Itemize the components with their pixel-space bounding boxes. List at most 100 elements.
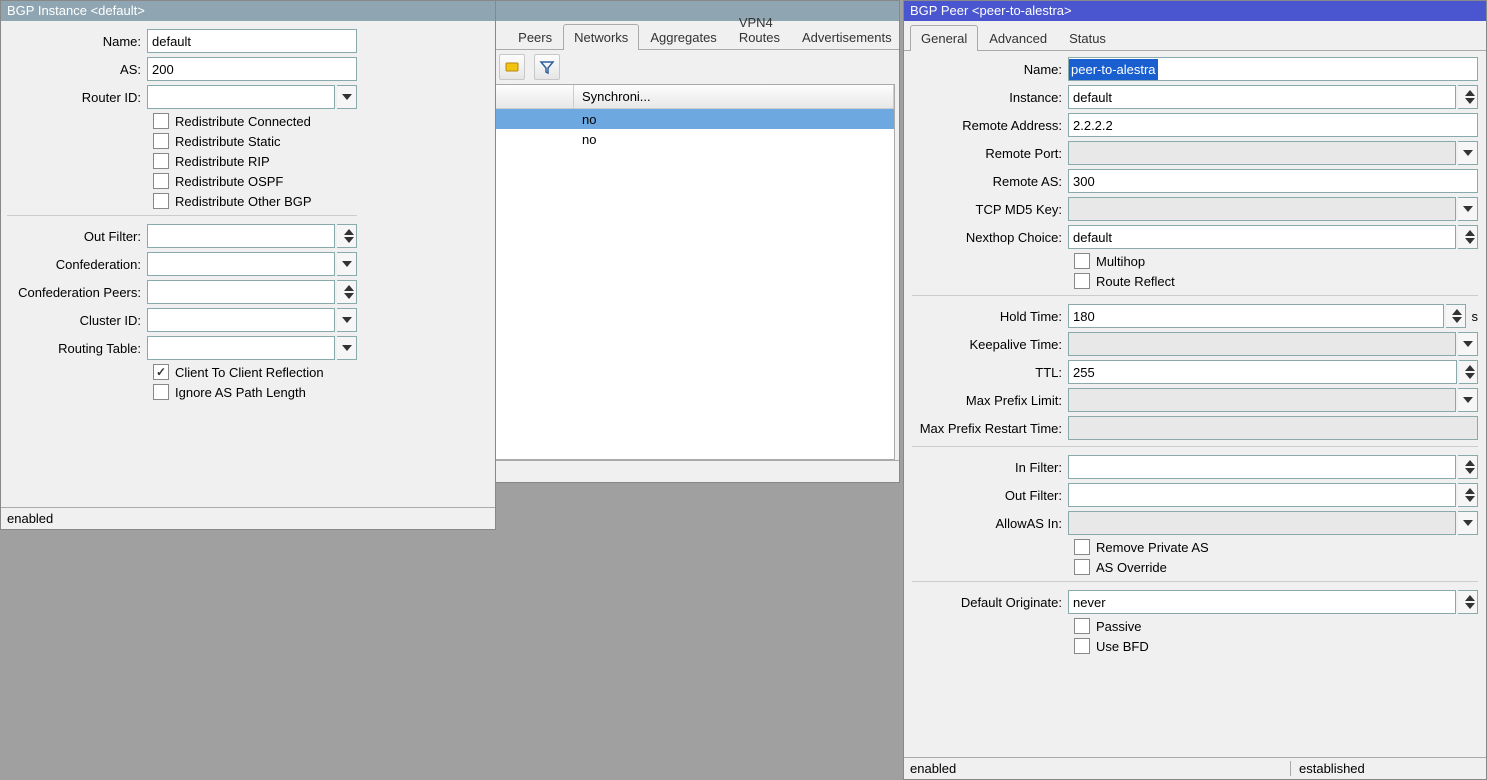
peer-window-title[interactable]: BGP Peer <peer-to-alestra>: [904, 1, 1486, 21]
confederation-peers-combo[interactable]: [147, 280, 335, 304]
peer-name-value: peer-to-alestra: [1069, 59, 1158, 80]
remote-as-input[interactable]: [1068, 169, 1478, 193]
instance-dropdown[interactable]: [1458, 85, 1478, 109]
redistribute-ospf-check[interactable]: [153, 173, 169, 189]
hold-time-dropdown[interactable]: [1446, 304, 1466, 328]
bgp-instance-window: BGP Instance <default> Name: AS: Router …: [0, 0, 496, 530]
routing-table-combo[interactable]: [147, 336, 335, 360]
ttl-dropdown[interactable]: [1459, 360, 1478, 384]
redistribute-static-check[interactable]: [153, 133, 169, 149]
instance-window-title[interactable]: BGP Instance <default>: [1, 1, 495, 21]
tab-status[interactable]: Status: [1058, 25, 1117, 51]
in-filter-dropdown[interactable]: [1458, 455, 1478, 479]
remove-private-as-label: Remove Private AS: [1096, 540, 1209, 555]
use-bfd-check[interactable]: [1074, 638, 1090, 654]
redistribute-rip-check[interactable]: [153, 153, 169, 169]
out-filter-combo[interactable]: [147, 224, 335, 248]
bgp-peer-window: BGP Peer <peer-to-alestra> General Advan…: [903, 0, 1487, 780]
tab-networks[interactable]: Networks: [563, 24, 639, 50]
router-id-dropdown[interactable]: [337, 85, 357, 109]
passive-check[interactable]: [1074, 618, 1090, 634]
client-reflection-check[interactable]: [153, 364, 169, 380]
peer-out-filter-dropdown[interactable]: [1458, 483, 1478, 507]
out-filter-dropdown[interactable]: [337, 224, 357, 248]
remote-port-input[interactable]: [1068, 141, 1456, 165]
cluster-id-dropdown[interactable]: [337, 308, 357, 332]
ignore-as-path-check[interactable]: [153, 384, 169, 400]
use-bfd-label: Use BFD: [1096, 639, 1149, 654]
instance-statusbar: enabled: [1, 507, 495, 529]
instance-combo[interactable]: default: [1068, 85, 1456, 109]
peer-out-filter-combo[interactable]: [1068, 483, 1456, 507]
max-prefix-label: Max Prefix Limit:: [912, 393, 1068, 408]
redistribute-connected-check[interactable]: [153, 113, 169, 129]
redistribute-other-bgp-check[interactable]: [153, 193, 169, 209]
route-reflect-check[interactable]: [1074, 273, 1090, 289]
tcp-md5-dropdown[interactable]: [1458, 197, 1478, 221]
default-originate-combo[interactable]: never: [1068, 590, 1456, 614]
confederation-dropdown[interactable]: [337, 252, 357, 276]
confederation-peers-updown[interactable]: [337, 280, 357, 304]
in-filter-combo[interactable]: [1068, 455, 1456, 479]
routing-table-dropdown[interactable]: [337, 336, 357, 360]
name-label: Name:: [7, 34, 147, 49]
redistribute-ospf-label: Redistribute OSPF: [175, 174, 283, 189]
keepalive-dropdown[interactable]: [1458, 332, 1478, 356]
tab-advanced[interactable]: Advanced: [978, 25, 1058, 51]
remote-as-label: Remote AS:: [912, 174, 1068, 189]
router-id-combo[interactable]: [147, 85, 335, 109]
remote-port-label: Remote Port:: [912, 146, 1068, 161]
as-label: AS:: [7, 62, 147, 77]
cluster-id-combo[interactable]: [147, 308, 335, 332]
multihop-check[interactable]: [1074, 253, 1090, 269]
remove-private-as-check[interactable]: [1074, 539, 1090, 555]
confederation-combo[interactable]: [147, 252, 335, 276]
remote-address-input[interactable]: [1068, 113, 1478, 137]
peer-out-filter-label: Out Filter:: [912, 488, 1068, 503]
remote-port-dropdown[interactable]: [1458, 141, 1478, 165]
max-restart-input[interactable]: [1068, 416, 1478, 440]
hold-time-unit: s: [1468, 309, 1479, 324]
cluster-id-label: Cluster ID:: [7, 313, 147, 328]
peer-tabs: General Advanced Status: [904, 21, 1486, 51]
ttl-input[interactable]: [1068, 360, 1457, 384]
hold-time-input[interactable]: [1068, 304, 1444, 328]
ttl-label: TTL:: [912, 365, 1068, 380]
peer-name-input[interactable]: peer-to-alestra: [1068, 57, 1478, 81]
in-filter-label: In Filter:: [912, 460, 1068, 475]
max-prefix-input[interactable]: [1068, 388, 1456, 412]
router-id-label: Router ID:: [7, 90, 147, 105]
max-prefix-dropdown[interactable]: [1458, 388, 1478, 412]
out-filter-label: Out Filter:: [7, 229, 147, 244]
as-input[interactable]: [147, 57, 357, 81]
allowas-input[interactable]: [1068, 511, 1456, 535]
ignore-as-path-label: Ignore AS Path Length: [175, 385, 306, 400]
tab-advertisements[interactable]: Advertisements: [791, 24, 903, 50]
peer-status-left: enabled: [910, 761, 956, 776]
confederation-peers-label: Confederation Peers:: [7, 285, 147, 300]
tcp-md5-input[interactable]: [1068, 197, 1456, 221]
filter-button[interactable]: [534, 54, 560, 80]
default-originate-dropdown[interactable]: [1458, 590, 1478, 614]
tab-general[interactable]: General: [910, 25, 978, 51]
client-reflection-label: Client To Client Reflection: [175, 365, 324, 380]
tab-peers[interactable]: Peers: [507, 24, 563, 50]
name-input[interactable]: [147, 29, 357, 53]
cell-sync: no: [574, 112, 894, 127]
nexthop-dropdown[interactable]: [1458, 225, 1478, 249]
allowas-dropdown[interactable]: [1458, 511, 1478, 535]
instance-label: Instance:: [912, 90, 1068, 105]
tab-vpn4-routes[interactable]: VPN4 Routes: [728, 9, 791, 50]
peer-statusbar: enabled established: [904, 757, 1486, 779]
peer-status-right: established: [1290, 761, 1480, 776]
as-override-check[interactable]: [1074, 559, 1090, 575]
nexthop-combo[interactable]: default: [1068, 225, 1456, 249]
keepalive-input[interactable]: [1068, 332, 1456, 356]
multihop-label: Multihop: [1096, 254, 1145, 269]
tab-aggregates[interactable]: Aggregates: [639, 24, 728, 50]
comment-button[interactable]: [499, 54, 525, 80]
redistribute-static-label: Redistribute Static: [175, 134, 281, 149]
col-synchronize[interactable]: Synchroni...: [574, 85, 894, 108]
passive-label: Passive: [1096, 619, 1142, 634]
keepalive-label: Keepalive Time:: [912, 337, 1068, 352]
